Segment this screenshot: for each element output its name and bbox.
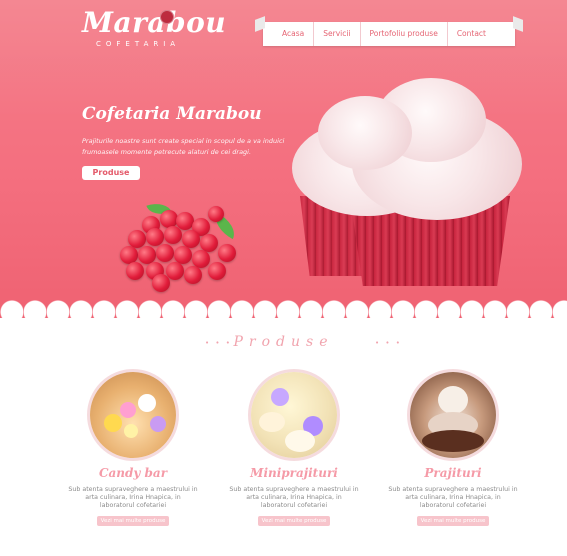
hero-section: Marabou COFETARIA Acasa Servicii Portofo… — [0, 0, 567, 318]
product-card-candy-bar: Candy bar Sub atenta supraveghere a maes… — [58, 372, 208, 526]
hero-title: Cofetaria Marabou — [82, 104, 262, 124]
nav-item-portofoliu-produse[interactable]: Portofoliu produse — [361, 22, 448, 46]
product-card-prajituri: Prajituri Sub atenta supraveghere a maes… — [378, 372, 528, 526]
product-title: Miniprajituri — [250, 466, 338, 480]
nav-item-contact[interactable]: Contact — [448, 22, 495, 46]
section-title: Produse — [233, 334, 334, 350]
raspberries-image — [112, 198, 252, 292]
cherry-icon — [160, 10, 174, 24]
scallop-divider — [0, 300, 567, 324]
cupcake-image — [292, 78, 532, 288]
product-button[interactable]: Vezi mai multe produse — [258, 516, 330, 526]
section-right-decoration: • • • — [375, 339, 402, 347]
hero-description: Prajiturile noastre sunt create special … — [82, 137, 285, 156]
brand-tagline: COFETARIA — [96, 40, 181, 48]
product-card-miniprajituri: Miniprajituri Sub atenta supraveghere a … — [219, 372, 369, 526]
nav-item-acasa[interactable]: Acasa — [273, 22, 315, 46]
prajituri-image[interactable] — [410, 372, 496, 458]
product-description: Sub atenta supraveghere a maestrului in … — [229, 486, 359, 509]
brand-logo[interactable]: Marabou — [82, 6, 226, 39]
main-nav: Acasa Servicii Portofoliu produse Contac… — [263, 22, 515, 46]
product-title: Prajituri — [424, 466, 482, 480]
candy-bar-image[interactable] — [90, 372, 176, 458]
product-description: Sub atenta supraveghere a maestrului in … — [388, 486, 518, 509]
product-button[interactable]: Vezi mai multe produse — [417, 516, 489, 526]
hero-produse-button[interactable]: Produse — [82, 166, 140, 180]
nav-item-servicii[interactable]: Servicii — [314, 22, 361, 46]
product-button[interactable]: Vezi mai multe produse — [97, 516, 169, 526]
product-description: Sub atenta supraveghere a maestrului in … — [68, 486, 198, 509]
miniprajituri-image[interactable] — [251, 372, 337, 458]
product-title: Candy bar — [98, 466, 168, 480]
